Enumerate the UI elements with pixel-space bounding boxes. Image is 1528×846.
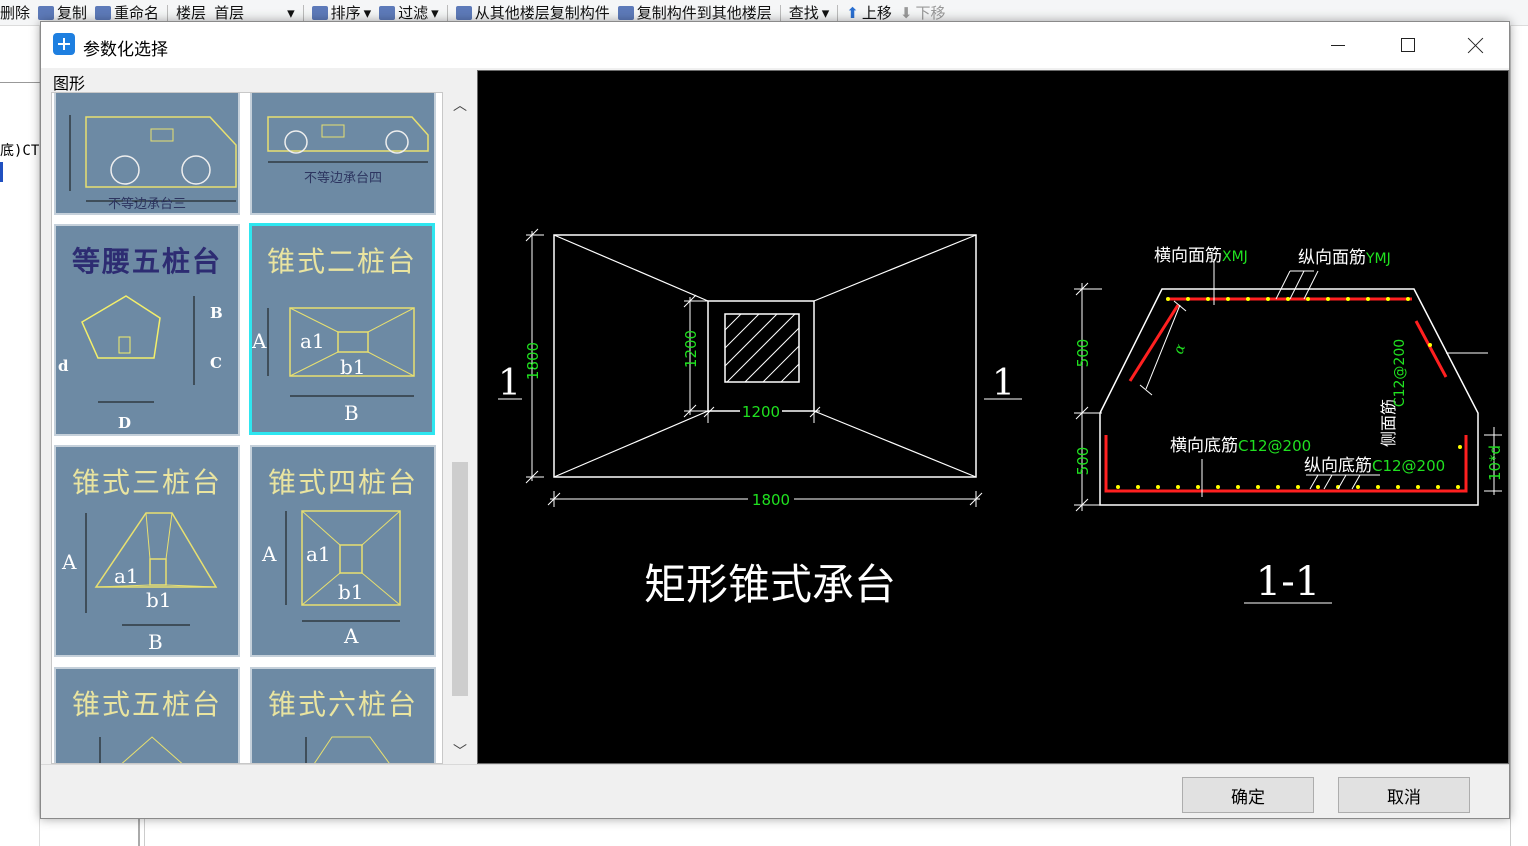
dim-b1: b1 — [338, 580, 364, 604]
scroll-down-button[interactable]: ﹀ — [445, 738, 475, 764]
param-select-dialog: 参数化选择 图形 不等边承台三 不等边承台四 等腰五桩台 B C D d 锥式二… — [40, 21, 1510, 819]
dim-B: B — [148, 630, 163, 654]
close-icon — [1468, 37, 1484, 53]
unequal-cap-4-figure — [267, 116, 429, 163]
background-left-panel: 底)CT — [0, 26, 40, 846]
cone-3-figure: A a1 b1 B — [61, 512, 218, 654]
maximize-button[interactable] — [1373, 22, 1443, 68]
cad-preview: 1800 1200 1200 1800 1 1 矩形锥式承台 500 500 1… — [477, 70, 1509, 764]
dim-D: D — [118, 414, 131, 432]
cone-5-figure — [99, 736, 183, 763]
background-left-text: 底)CT — [0, 143, 40, 159]
dim-column-width: 1200 — [742, 403, 780, 421]
app-icon — [53, 33, 75, 55]
thumb-label: 不等边承台四 — [303, 171, 382, 186]
dim-A: A — [252, 329, 267, 353]
label-top-transverse: 横向面筋XMJ — [1154, 246, 1248, 266]
thumb-unequal-cap-4[interactable]: 不等边承台四 — [250, 93, 436, 215]
toolbar-move-down[interactable]: ⬇ 下移 — [900, 2, 946, 23]
copy-icon — [38, 5, 55, 20]
minimize-button[interactable] — [1303, 22, 1373, 68]
shape-panel: 图形 不等边承台三 不等边承台四 等腰五桩台 B C D d 锥式二桩台 A a… — [51, 70, 475, 764]
cad-drawing: 1800 1200 1200 1800 1 1 矩形锥式承台 500 500 1… — [498, 228, 1504, 609]
thumb-label: 不等边承台三 — [107, 197, 186, 212]
background-right-panel — [1510, 26, 1528, 846]
toolbar-floor-select[interactable]: 首层 ▾ — [214, 2, 295, 23]
scrollbar-thumb[interactable] — [452, 462, 468, 696]
gallery-scrollbar[interactable]: ︿ ﹀ — [445, 92, 475, 764]
plan-view: 1800 1200 1200 1800 1 1 矩形锥式承台 — [498, 228, 1022, 609]
dim-A: A — [61, 550, 77, 574]
isosceles-5-figure: B C D d — [58, 295, 223, 432]
close-button[interactable] — [1441, 22, 1511, 68]
dialog-footer: 确定 取消 — [41, 764, 1509, 818]
dim-section-bottom: 500 — [1074, 447, 1092, 476]
label-bottom-transverse: 横向底筋C12@200 — [1170, 436, 1311, 456]
shape-group-label: 图形 — [53, 74, 86, 93]
cone-6-figure — [305, 736, 390, 763]
toolbar-rename[interactable]: 重命名 — [95, 2, 159, 23]
dim-column-height: 1200 — [682, 330, 700, 368]
cone-2-figure: A a1 b1 B — [252, 307, 415, 425]
dim-a1: a1 — [306, 542, 331, 566]
dim-d: d — [58, 357, 69, 375]
minimize-icon — [1331, 44, 1345, 46]
dim-C: C — [210, 354, 222, 372]
thumb-cone-4[interactable]: 锥式四桩台 A a1 b1 A — [250, 445, 436, 657]
dim-plan-width: 1800 — [752, 491, 790, 509]
section-mark-right: 1 — [992, 363, 1015, 404]
scroll-up-button[interactable]: ︿ — [445, 92, 475, 118]
cancel-button[interactable]: 取消 — [1338, 777, 1470, 813]
dim-b1: b1 — [146, 588, 172, 612]
copy-to-floor-icon — [617, 5, 634, 20]
dim-A-bottom: A — [343, 624, 359, 648]
thumb-cone-3[interactable]: 锥式三桩台 A a1 b1 B — [54, 445, 240, 657]
cone-4-figure: A a1 b1 A — [261, 510, 401, 648]
toolbar-filter[interactable]: 过滤 ▾ — [379, 2, 439, 23]
dialog-title: 参数化选择 — [83, 40, 168, 60]
toolbar-move-up[interactable]: ⬆ 上移 — [846, 2, 892, 23]
maximize-icon — [1401, 38, 1415, 52]
dim-plan-height: 1800 — [524, 342, 542, 380]
thumb-cone-5[interactable]: 锥式五桩台 — [54, 667, 240, 763]
background-bottom — [40, 819, 1510, 846]
dialog-titlebar[interactable]: 参数化选择 — [41, 22, 1509, 68]
toolbar-sort[interactable]: 排序 ▾ — [311, 2, 371, 23]
section-title: 1-1 — [1256, 559, 1320, 605]
filter-icon — [379, 5, 396, 20]
label-top-longitudinal: 纵向面筋YMJ — [1298, 248, 1391, 268]
dim-B: B — [210, 304, 223, 322]
section-mark-left: 1 — [498, 363, 521, 404]
thumb-cone-2[interactable]: 锥式二桩台 A a1 b1 B — [249, 223, 435, 435]
thumb-cone-6[interactable]: 锥式六桩台 — [250, 667, 436, 763]
dim-a1: a1 — [114, 564, 139, 588]
chevron-down-icon: ﹀ — [453, 744, 467, 760]
angle-symbol: α — [1171, 341, 1189, 356]
label-bottom-longitudinal: 纵向底筋C12@200 — [1304, 456, 1445, 476]
dim-section-top: 500 — [1074, 339, 1092, 368]
dim-A: A — [261, 542, 277, 566]
toolbar-copy-to-floor[interactable]: 复制构件到其他楼层 — [617, 2, 772, 23]
thumb-isosceles-5[interactable]: 等腰五桩台 B C D d — [54, 224, 240, 436]
toolbar-copy-from-floor[interactable]: 从其他楼层复制构件 — [455, 2, 610, 23]
toolbar-copy[interactable]: 复制 — [38, 2, 87, 23]
copy-from-floor-icon — [455, 5, 472, 20]
dim-b1: b1 — [340, 355, 366, 379]
rename-icon — [95, 5, 112, 20]
label-side-code: C12@200 — [1392, 339, 1408, 407]
ok-button[interactable]: 确定 — [1182, 777, 1314, 813]
thumb-unequal-cap-3[interactable]: 不等边承台三 — [54, 93, 240, 215]
sort-icon — [311, 5, 328, 20]
toolbar-floor-label: 楼层 — [176, 4, 207, 22]
toolbar-delete[interactable]: 删除 — [0, 2, 30, 23]
plan-title: 矩形锥式承台 — [644, 560, 896, 609]
section-view: 500 500 10*d α 横向面筋XMJ 纵向面筋YMJ 侧面筋 C12@2… — [1074, 246, 1504, 605]
chevron-up-icon: ︿ — [453, 98, 467, 114]
shape-gallery: 不等边承台三 不等边承台四 等腰五桩台 B C D d 锥式二桩台 A a1 b… — [51, 92, 443, 764]
dim-side-cover: 10*d — [1486, 445, 1504, 481]
toolbar-find[interactable]: 查找 ▾ — [789, 2, 830, 23]
dim-B: B — [344, 401, 359, 425]
dim-a1: a1 — [300, 329, 325, 353]
